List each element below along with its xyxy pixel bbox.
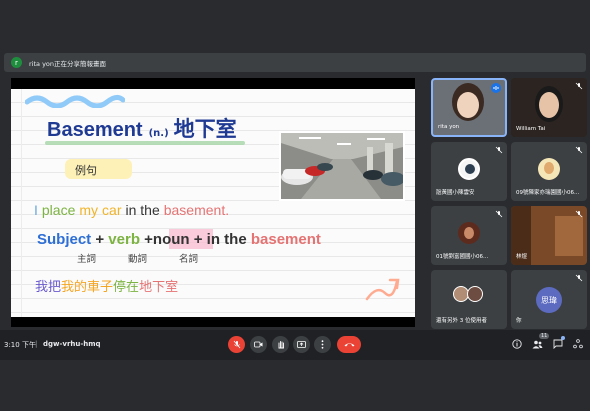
presentation-banner: r rita yon正在分享簡報畫面 (4, 53, 586, 72)
presenter-avatar: r (11, 57, 22, 68)
separator: | (35, 340, 38, 348)
people-count-badge: 11 (539, 333, 550, 339)
avatar-face-shape (544, 162, 554, 174)
participant-video-background (555, 216, 583, 256)
zh-part-5: 地下室 (139, 280, 179, 295)
clock-time: 3:10 下午 (4, 341, 36, 349)
more-participants-tile[interactable]: 還有另外 3 位使用者 (431, 270, 507, 329)
parking-garage-photo (279, 131, 405, 201)
meeting-controls-bar: 3:10 下午 | dgw-vrhu-hmq (0, 330, 590, 360)
self-avatar: 思瑋 (536, 287, 562, 313)
activities-icon (573, 339, 583, 349)
participant-name: 瓰黃國小陳雲安 (436, 190, 475, 196)
chat-notification-dot (561, 336, 565, 340)
role-noun: 名詞 (179, 254, 199, 265)
end-call-icon (344, 343, 354, 347)
mic-off-icon (575, 146, 583, 154)
pattern-verb: verb (108, 231, 140, 248)
participant-avatar (458, 222, 480, 244)
pattern-noun: noun (152, 231, 190, 248)
more-options-button[interactable] (314, 336, 331, 353)
chinese-sentence: 我把我的車子停在地下室 (35, 276, 178, 295)
zh-part-4: 停在 (113, 280, 140, 295)
mic-off-icon (575, 210, 583, 218)
raise-hand-button[interactable] (272, 336, 289, 353)
camera-toggle-button[interactable] (250, 336, 267, 353)
camera-icon (254, 341, 263, 348)
example-sentence: Iplace my car in the basement. (34, 202, 233, 218)
leave-call-button[interactable] (337, 336, 361, 353)
microphone-toggle-button[interactable] (228, 336, 245, 353)
slide: Basement (n.) 地下室 例句 I place my car in t… (11, 89, 415, 317)
participant-name: William Tai (516, 126, 546, 132)
participant-name: 林煜 (516, 254, 528, 260)
word-car: car (102, 202, 122, 218)
mic-off-icon (495, 210, 503, 218)
participant-face (539, 92, 559, 118)
participant-name: 你 (516, 318, 522, 324)
mic-off-icon (575, 274, 583, 282)
zh-part-1: 我把 (35, 280, 62, 295)
activities-button[interactable] (572, 338, 584, 350)
title-chinese: 地下室 (173, 117, 237, 141)
word-basement: basement. (163, 202, 230, 218)
pattern-plus: + (95, 231, 105, 248)
pattern-subject: Subject (37, 231, 92, 248)
role-verb: 動詞 (128, 254, 148, 265)
word-in-the: in the (125, 202, 160, 218)
slide-title: Basement (n.) 地下室 (47, 113, 237, 143)
participant-tile-self[interactable]: 思瑋 你 (511, 270, 587, 329)
zh-part-3: 車子 (87, 280, 114, 295)
participant-tile[interactable]: 林煜 (511, 206, 587, 265)
info-icon (512, 339, 522, 349)
participant-avatar (467, 286, 483, 302)
more-participants-label: 還有另外 3 位使用者 (436, 318, 487, 324)
pattern-plus: + (144, 231, 153, 248)
participant-name: 01號劉富國國小06... (436, 254, 489, 260)
hand-icon (278, 341, 284, 349)
mic-off-icon (575, 82, 583, 90)
participant-tile[interactable]: William Tai (511, 78, 587, 137)
participant-tile[interactable]: 01號劉富國國小06... (431, 206, 507, 265)
meeting-details-button[interactable] (511, 338, 523, 350)
avatar-face-shape (464, 227, 474, 239)
participant-avatar (458, 158, 480, 180)
meeting-code: dgw-vrhu-hmq (43, 340, 101, 348)
participant-tile[interactable]: 09號陳家亦瑞園國小06... (511, 142, 587, 201)
zh-part-2: 我的 (61, 280, 88, 295)
word-i: I (34, 202, 38, 218)
word-place: place (41, 202, 76, 218)
speaking-indicator-icon (491, 83, 501, 93)
participant-name: 09號陳家亦瑞園國小06... (516, 190, 580, 196)
people-button[interactable] (531, 338, 543, 350)
mic-off-icon (233, 340, 240, 349)
pattern-in-the: + in the (193, 231, 247, 248)
participant-face (457, 92, 479, 118)
mic-off-icon (495, 146, 503, 154)
grammar-pattern: Subject + verb +noun + in the basement (37, 231, 321, 248)
pattern-basement: basement (250, 231, 321, 248)
participant-tile[interactable]: 瓰黃國小陳雲安 (431, 142, 507, 201)
title-word: Basement (47, 119, 143, 141)
people-icon (532, 340, 542, 348)
role-subject: 主詞 (77, 254, 97, 265)
participant-tile-self-presenter[interactable]: rita yon (431, 78, 507, 137)
slide-margin-line (21, 89, 22, 317)
title-underline (45, 141, 245, 145)
chat-icon (553, 339, 563, 349)
avatar-hair-shape (465, 164, 475, 174)
scribble-decoration (25, 94, 125, 108)
presentation-status-text: rita yon正在分享簡報畫面 (29, 59, 107, 68)
participant-name: rita yon (438, 124, 460, 130)
example-label: 例句 (75, 164, 97, 177)
title-part-of-speech: (n.) (148, 128, 169, 139)
present-screen-button[interactable] (293, 336, 310, 353)
present-icon (297, 340, 306, 348)
presentation-stage[interactable]: Basement (n.) 地下室 例句 I place my car in t… (11, 78, 415, 327)
word-my: my (79, 202, 99, 218)
more-vert-icon (321, 340, 324, 349)
arrow-decoration (365, 278, 400, 301)
top-empty-area (0, 0, 590, 52)
participant-avatar (538, 158, 560, 180)
